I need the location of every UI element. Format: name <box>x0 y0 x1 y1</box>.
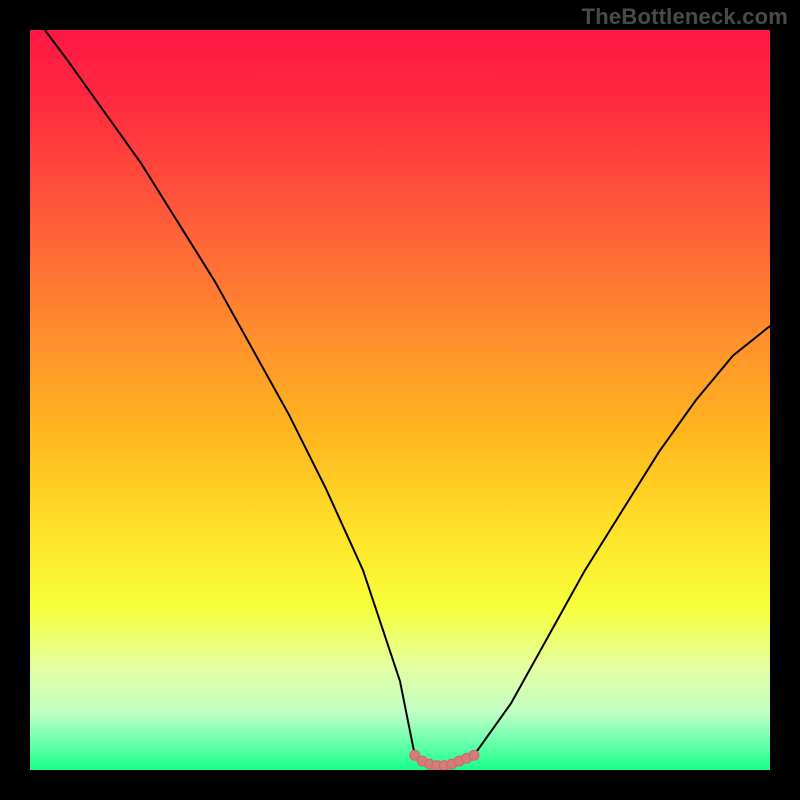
bottleneck-curve <box>30 30 770 770</box>
curve-line <box>45 30 770 766</box>
plateau-markers <box>410 750 479 770</box>
watermark-text: TheBottleneck.com <box>582 4 788 30</box>
plateau-dot <box>469 750 479 760</box>
plot-area <box>30 30 770 770</box>
chart-frame: TheBottleneck.com <box>0 0 800 800</box>
curve-path <box>45 30 770 766</box>
